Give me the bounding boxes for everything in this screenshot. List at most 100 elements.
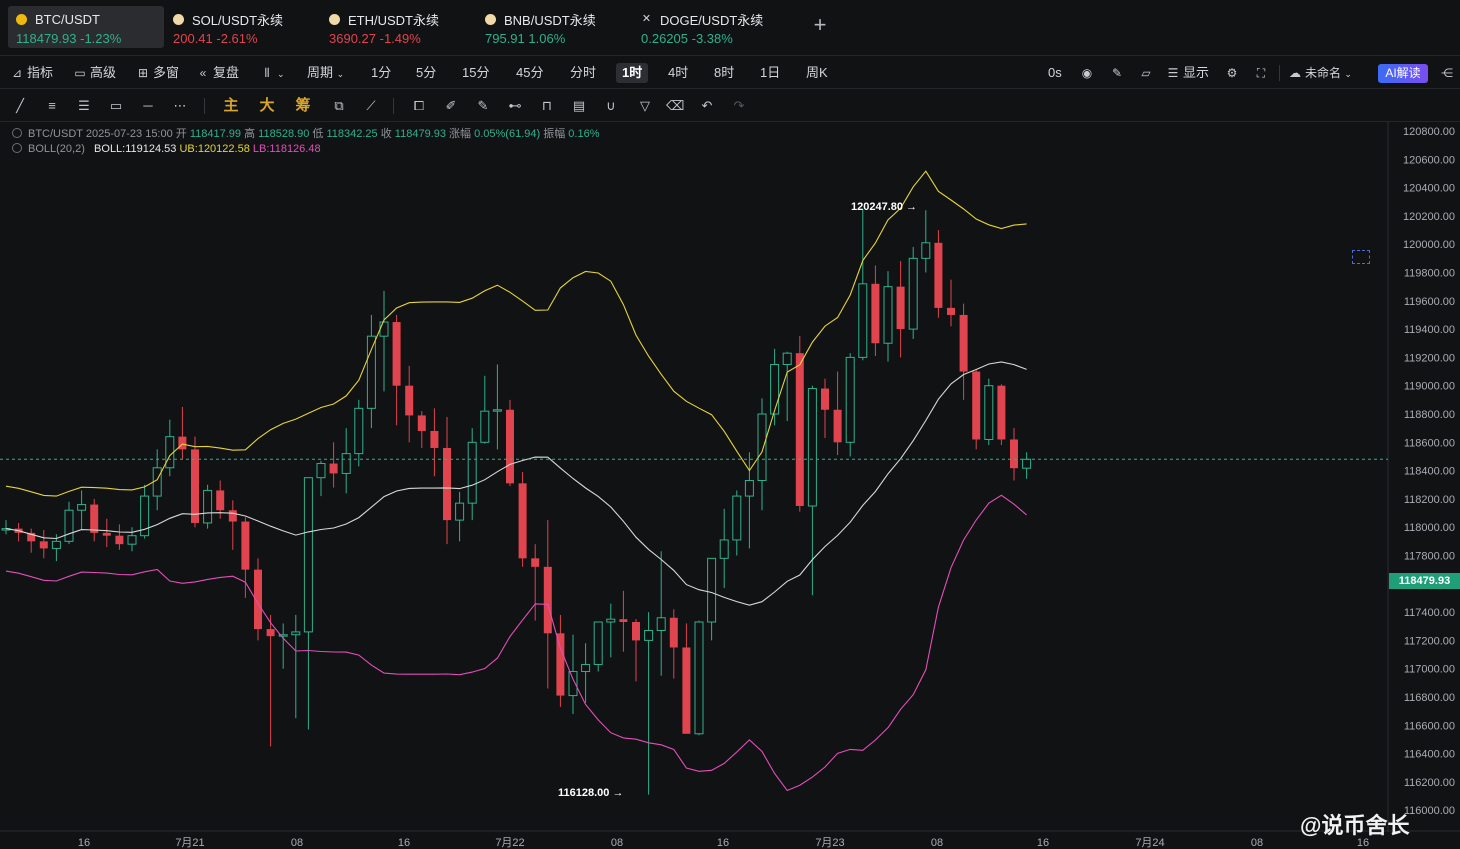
share-icon[interactable]: ⋲ — [1440, 63, 1457, 83]
low-marker-value: 116128.00 — [558, 787, 610, 799]
period-1d[interactable]: 1日 — [754, 63, 786, 83]
period-1m[interactable]: 1分 — [365, 63, 397, 83]
tab-btc[interactable]: BTC/USDT 118479.93 -1.23% — [8, 6, 164, 48]
highlighter-icon[interactable]: ✎ — [474, 97, 492, 115]
rewind-icon: « — [199, 66, 207, 80]
select-area-icon[interactable] — [1352, 250, 1370, 264]
period-15m[interactable]: 15分 — [456, 63, 495, 83]
candle-body — [467, 441, 477, 504]
trend-line-icon[interactable]: ╱ — [11, 97, 29, 115]
candle-body — [191, 449, 199, 523]
candle-body — [947, 307, 955, 315]
chips-button[interactable]: 筹 — [294, 97, 312, 115]
candle-body — [102, 532, 111, 536]
period-dropdown[interactable]: 周期 ⌄ — [307, 63, 344, 83]
settings-icon[interactable]: ⚙ — [1225, 63, 1242, 83]
candle-body — [581, 663, 591, 673]
tab-symbol: BNB/USDT永续 — [504, 12, 596, 28]
candles-icon: ⫴ — [264, 66, 270, 80]
ai-interpret-button[interactable]: AI解读 — [1378, 64, 1428, 83]
boll-ub: UB:120122.58 — [179, 143, 250, 155]
measure-icon[interactable]: ⊷ — [506, 97, 524, 115]
divider — [393, 98, 394, 114]
magnet-icon[interactable]: ∪ — [602, 97, 620, 115]
redo-icon[interactable]: ↷ — [730, 97, 748, 115]
more-icon[interactable]: ⋯ — [171, 97, 189, 115]
tab-eth[interactable]: ETH/USDT永续 3690.27 -1.49% — [321, 6, 471, 48]
undo-icon[interactable]: ↶ — [698, 97, 716, 115]
candle-body — [455, 502, 465, 521]
period-45m[interactable]: 45分 — [510, 63, 549, 83]
display-button[interactable]: ☰ 显示 — [1166, 63, 1209, 83]
indicators-button[interactable]: ⊿ 指标 — [10, 63, 53, 83]
chevron-down-icon: ⌄ — [1344, 69, 1352, 79]
period-1h[interactable]: 1时 — [616, 63, 649, 83]
pen-icon[interactable]: ✐ — [442, 97, 460, 115]
period-8h[interactable]: 8时 — [708, 63, 740, 83]
trash-icon[interactable]: ⌫ — [666, 97, 684, 115]
horizontal-lines-icon[interactable]: ☰ — [75, 97, 93, 115]
price-tick-label: 120800.00 — [1403, 126, 1455, 138]
rectangle-icon[interactable]: ▭ — [107, 97, 125, 115]
replay-button[interactable]: « 复盘 — [196, 63, 239, 83]
candle-body — [908, 257, 918, 330]
bnb-icon — [485, 13, 496, 25]
boll-lower-line — [5, 494, 1027, 792]
add-tab-button[interactable]: + — [808, 14, 832, 38]
chevron-down-icon: ⌄ — [336, 69, 345, 79]
period-weekly[interactable]: 周K — [800, 63, 834, 83]
tab-price: 0.26205 — [641, 31, 688, 46]
note-icon[interactable]: ▤ — [570, 97, 588, 115]
candle-body — [51, 540, 61, 549]
candle-body — [807, 388, 817, 507]
list-icon: ☰ — [1167, 66, 1179, 80]
price-chart[interactable]: 120800.00 120600.00 120400.00 120200.00 1200… — [0, 122, 1460, 849]
tab-bnb[interactable]: BNB/USDT永续 795.91 1.06% — [477, 6, 627, 48]
period-4h[interactable]: 4时 — [662, 63, 694, 83]
collapse-icon[interactable] — [12, 128, 22, 138]
candle-body — [719, 539, 729, 559]
brush-icon[interactable]: ⟋ — [362, 97, 380, 115]
price-tick-label: 117400.00 — [1404, 607, 1455, 619]
camera-icon[interactable]: ◉ — [1080, 63, 1097, 83]
price-tick-label: 116600.00 — [1404, 720, 1455, 732]
period-time-share[interactable]: 分时 — [564, 63, 602, 83]
horizontal-ray-icon[interactable]: ─ — [139, 97, 157, 115]
edit-icon[interactable]: ✎ — [1110, 63, 1127, 83]
collapse-icon[interactable] — [12, 143, 22, 153]
chart-type-button[interactable]: ⫴ ⌄ — [260, 63, 284, 83]
main-chart-button[interactable]: 主 — [222, 97, 240, 115]
candle-body — [165, 436, 175, 469]
multi-window-label: 多窗 — [153, 65, 180, 80]
price-tick-label: 118000.00 — [1404, 522, 1455, 534]
tab-sol[interactable]: SOL/USDT永续 200.41 -2.61% — [165, 6, 315, 48]
candle-body — [770, 363, 780, 415]
candle-body — [216, 490, 225, 511]
period-5m[interactable]: 5分 — [410, 63, 442, 83]
layout-dropdown[interactable]: ☁ 未命名 ⌄ — [1288, 63, 1352, 83]
candlestick-chart[interactable]: 120800.00 120600.00 120400.00 120200.00 1200… — [0, 122, 1460, 849]
time-tick-label: 08 — [1251, 837, 1263, 849]
tab-doge[interactable]: ✕ DOGE/USDT永续 0.26205 -3.38% — [633, 6, 793, 48]
watermark: @说币舍长 — [1300, 813, 1410, 838]
candle-body — [782, 352, 792, 365]
candle-body — [127, 535, 137, 545]
big-order-button[interactable]: 大 — [258, 97, 276, 115]
multi-window-button[interactable]: ⊞ 多窗 — [136, 63, 179, 83]
divider — [1279, 65, 1280, 81]
candle-body — [871, 283, 880, 344]
fullscreen-icon[interactable]: ⛶ — [1254, 63, 1271, 83]
candle-body — [506, 409, 514, 484]
parallel-lines-icon[interactable]: ≡ — [43, 97, 61, 115]
price-tick-label: 119200.00 — [1404, 352, 1455, 364]
price-tick-label: 118400.00 — [1404, 466, 1455, 478]
candle-body — [644, 629, 654, 641]
advanced-button[interactable]: ▭ 高级 — [73, 63, 116, 83]
square-select-icon[interactable]: ⧉ — [330, 97, 348, 115]
filter-icon[interactable]: ▽ — [636, 97, 654, 115]
close-icon[interactable]: ✕ — [641, 13, 652, 25]
lock-icon[interactable]: ⊓ — [538, 97, 556, 115]
copy-icon[interactable]: ⧠ — [410, 97, 428, 115]
candle-body — [379, 321, 389, 337]
comment-icon[interactable]: ▱ — [1139, 63, 1156, 83]
